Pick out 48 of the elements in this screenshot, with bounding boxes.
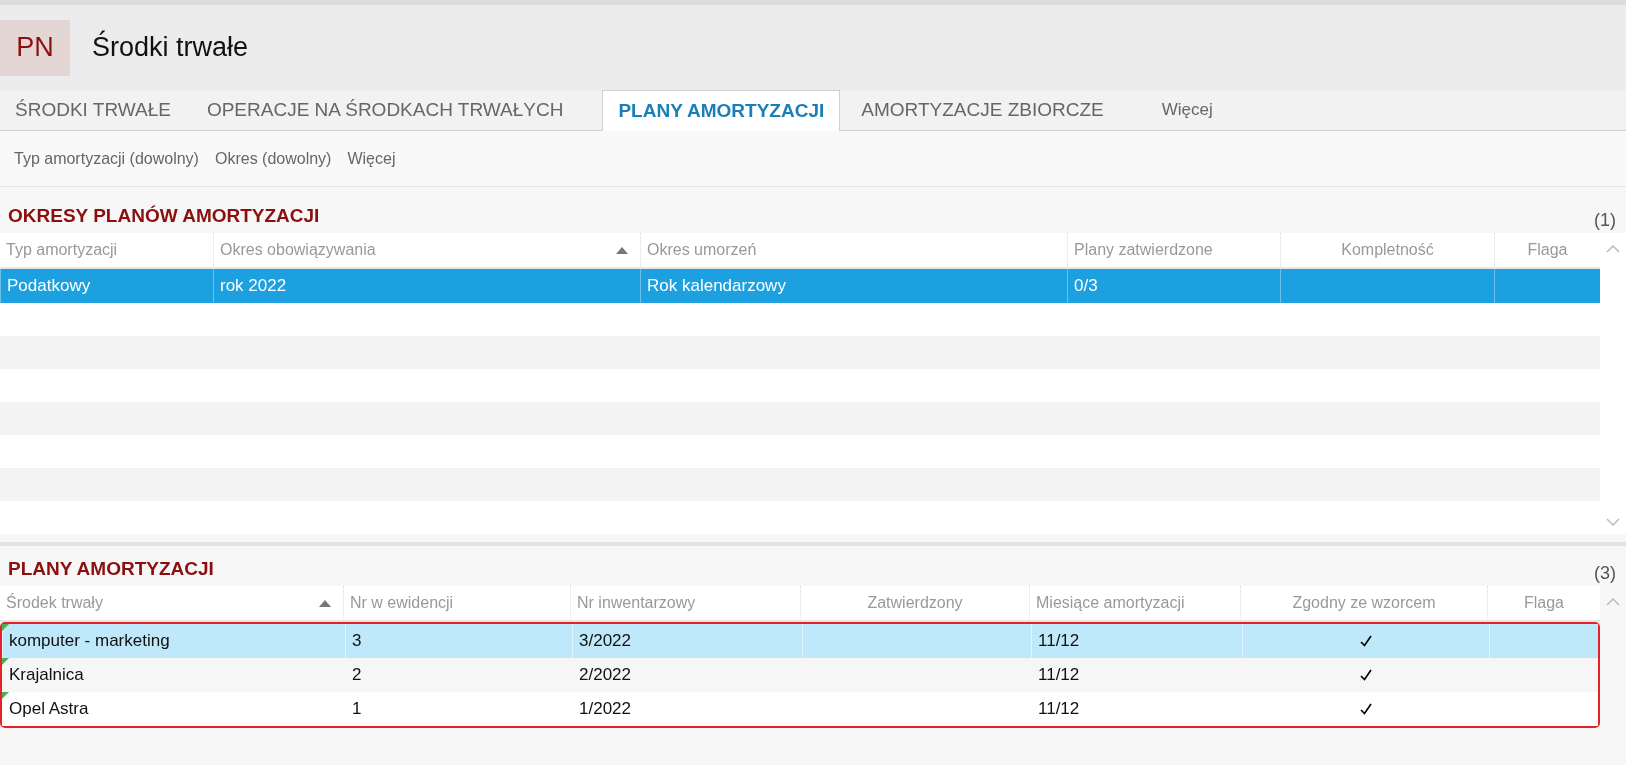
column-header[interactable]: Kompletność [1280,233,1494,267]
record-count: (3) [1594,563,1616,584]
section-title: PLANY AMORTYZACJI [8,558,214,580]
table-cell: 11/12 [1038,699,1080,719]
app-badge: PN [0,19,70,76]
column-header[interactable]: Nr w ewidencji [343,586,570,620]
column-header[interactable]: Środek trwały [0,586,343,620]
scroll-up-icon[interactable] [1606,245,1620,253]
table-cell: Podatkowy [7,276,91,296]
table-row[interactable]: Podatkowy rok 2022 Rok kalendarzowy 0/3 [0,269,1600,303]
table-cell: 11/12 [1038,631,1080,651]
table-cell: 2/2022 [579,665,631,685]
table-cell: 11/12 [1038,665,1080,685]
column-header[interactable]: Flaga [1487,586,1600,620]
tab[interactable]: OPERACJE NA ŚRODKACH TRWAŁYCH [191,90,579,130]
column-header[interactable]: Plany zatwierdzone [1067,233,1280,267]
table-cell: Krajalnica [9,665,84,685]
column-header[interactable]: Zgodny ze wzorcem [1240,586,1487,620]
more-tab[interactable]: Więcej [1146,90,1228,130]
table-cell: 1/2022 [579,699,631,719]
column-header[interactable]: Nr inwentarzowy [570,586,800,620]
table-cell: Rok kalendarzowy [647,276,786,296]
section-title: OKRESY PLANÓW AMORTYZACJI [8,205,320,227]
column-header[interactable]: Okres obowiązywania [213,233,640,267]
tab[interactable]: ŚRODKI TRWAŁE [0,90,186,130]
table-cell: 1 [352,699,362,719]
record-count: (1) [1594,210,1616,231]
scroll-up-icon[interactable] [1606,598,1620,606]
column-header[interactable]: Okres umorzeń [640,233,1067,267]
tab[interactable]: AMORTYZACJE ZBIORCZE [846,90,1119,130]
table-cell: 2 [352,665,362,685]
table-cell: komputer - marketing [9,631,170,651]
table-cell: 3/2022 [579,631,631,651]
filter-button[interactable]: Okres (dowolny) [206,149,340,168]
table-row[interactable]: komputer - marketing 3 3/2022 11/12 [2,624,1598,658]
filter-button[interactable]: Więcej [339,149,404,168]
table-cell: 0/3 [1074,276,1098,296]
table-cell: rok 2022 [220,276,287,296]
tab[interactable]: PLANY AMORTYZACJI [602,90,841,131]
filter-button[interactable]: Typ amortyzacji (dowolny) [6,149,207,168]
table-row[interactable]: Opel Astra 1 1/2022 11/12 [2,692,1598,726]
column-header[interactable]: Miesiące amortyzacji [1029,586,1240,620]
table-cell: Opel Astra [9,699,89,719]
column-header[interactable]: Zatwierdzony [800,586,1029,620]
column-header[interactable]: Typ amortyzacji [0,233,213,267]
scroll-down-icon[interactable] [1606,518,1620,526]
table-cell: 3 [352,631,362,651]
window-title: Środki trwałe [92,32,249,63]
